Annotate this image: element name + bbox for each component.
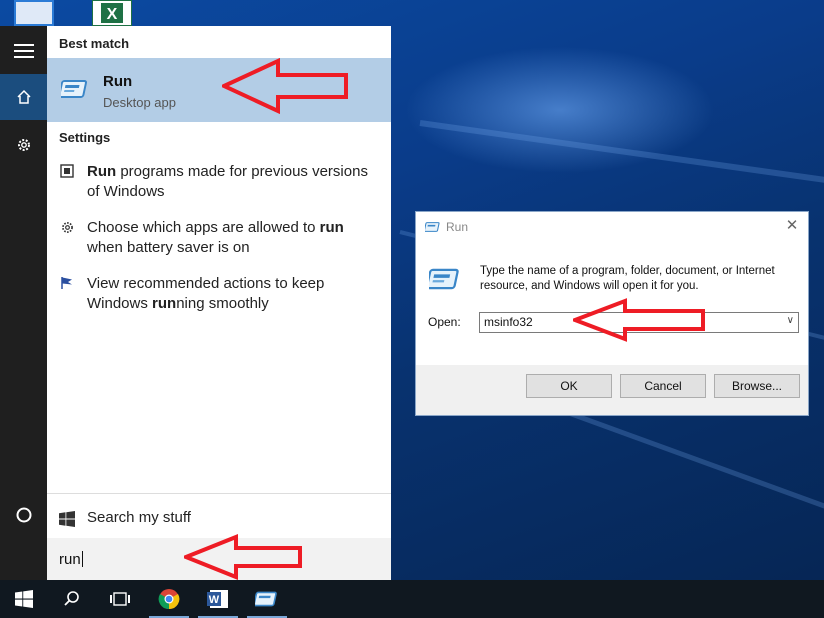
home-icon[interactable] (0, 74, 47, 120)
divider (47, 493, 391, 494)
search-my-stuff-item[interactable]: Search my stuff (47, 504, 391, 534)
search-input-value: run (59, 551, 81, 568)
cortana-icon[interactable] (0, 492, 47, 538)
run-dialog-title: Run (446, 220, 469, 234)
red-arrow-annotation (573, 298, 705, 342)
hamburger-menu-icon[interactable] (0, 28, 47, 74)
word-icon[interactable]: W (194, 580, 242, 618)
best-match-heading: Best match (59, 36, 130, 51)
red-arrow-annotation (184, 534, 302, 580)
run-dialog-message: Type the name of a program, folder, docu… (480, 265, 775, 292)
setting-3-bold: run (152, 295, 177, 312)
open-label: Open: (428, 315, 461, 329)
cancel-button[interactable]: Cancel (620, 374, 706, 398)
run-app-icon[interactable] (243, 580, 291, 618)
setting-item-recommended-actions[interactable]: View recommended actions to keep Windows… (47, 274, 391, 314)
flag-icon (59, 276, 75, 292)
run-app-icon (429, 268, 459, 290)
task-view-icon[interactable] (96, 580, 144, 618)
run-app-icon (425, 222, 440, 232)
best-match-title: Run (103, 73, 133, 90)
setting-2-pre: Choose which apps are allowed to (87, 219, 320, 236)
compatibility-icon (59, 164, 75, 180)
close-icon[interactable]: ✕ (782, 216, 802, 236)
settings-heading: Settings (59, 130, 111, 145)
chrome-icon[interactable] (145, 580, 193, 618)
windows-logo-icon (59, 511, 75, 527)
setting-1-text: programs made for previous versions of W… (87, 163, 368, 200)
run-dialog-titlebar[interactable]: Run ✕ (416, 212, 808, 242)
text-caret (81, 551, 83, 567)
setting-3-text: ning smoothly (176, 295, 269, 312)
excel-icon[interactable]: X (92, 0, 132, 26)
red-arrow-annotation (222, 58, 348, 114)
desktop-shortcut-icon[interactable] (14, 0, 54, 26)
ok-button[interactable]: OK (526, 374, 612, 398)
windows-start-icon[interactable] (0, 580, 48, 618)
setting-item-battery-saver[interactable]: Choose which apps are allowed to run whe… (47, 218, 391, 258)
taskbar: W (0, 580, 824, 618)
open-value: msinfo32 (484, 315, 533, 329)
setting-item-compatibility[interactable]: Run programs made for previous versions … (47, 162, 391, 202)
svg-text:W: W (209, 594, 220, 606)
setting-2-bold: run (319, 219, 344, 236)
search-icon[interactable] (48, 580, 96, 618)
gear-icon[interactable] (0, 122, 47, 168)
svg-text:X: X (107, 6, 118, 23)
chevron-down-icon[interactable]: ∨ (787, 315, 794, 326)
best-match-subtitle: Desktop app (103, 95, 176, 110)
run-app-icon (61, 80, 88, 98)
start-rail (0, 26, 47, 580)
search-my-stuff-label: Search my stuff (87, 509, 191, 526)
browse-button[interactable]: Browse... (714, 374, 800, 398)
setting-1-bold: Run (87, 163, 117, 180)
gear-icon (59, 220, 75, 236)
setting-2-text: when battery saver is on (87, 239, 250, 256)
